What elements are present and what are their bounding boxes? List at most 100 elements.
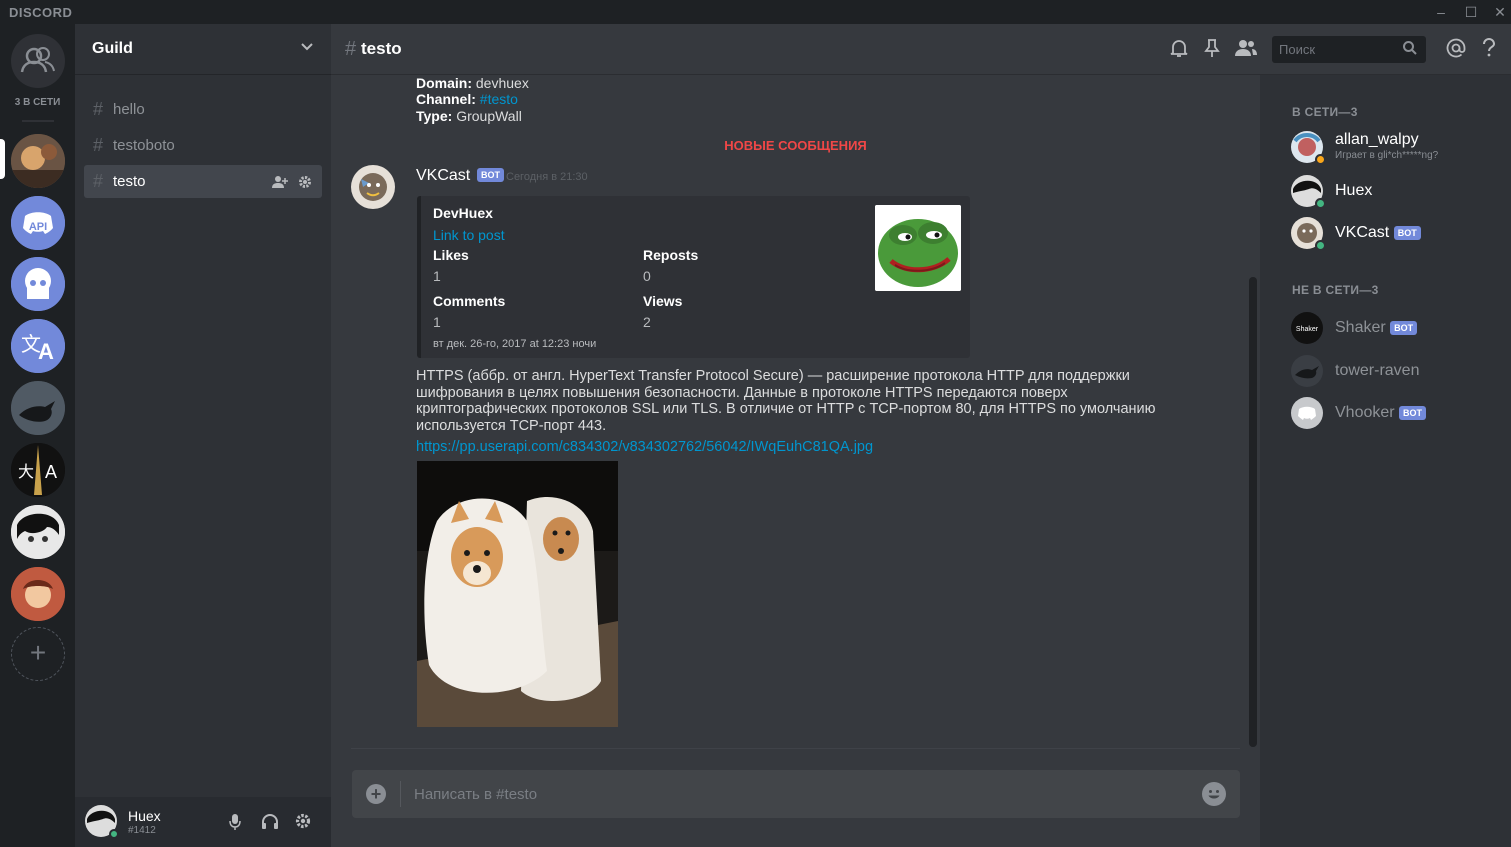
embed-thumbnail[interactable]: [875, 205, 961, 291]
embed-field-value: 0: [643, 268, 651, 284]
channel-actions: [272, 173, 312, 189]
emoji-icon[interactable]: [1202, 782, 1226, 806]
search-icon: [1403, 41, 1417, 55]
prev-embed-type: Type: GroupWall: [416, 108, 522, 124]
bot-badge: BOT: [477, 168, 504, 182]
bell-icon[interactable]: [1169, 38, 1189, 58]
prev-embed-domain: Domain: devhuex: [416, 75, 529, 91]
message-author[interactable]: VKCast: [416, 167, 470, 185]
username: Huex: [128, 808, 161, 824]
channel-title: testo: [361, 39, 402, 58]
member-item-huex[interactable]: Huex: [1291, 171, 1501, 211]
title-bar: DISCORD – ☐ ✕: [0, 0, 1511, 24]
raven-avatar-icon: [1291, 355, 1323, 387]
offline-members-header: НЕ В СЕТИ—3: [1292, 283, 1379, 297]
embed-footer: вт дек. 26-го, 2017 at 12:23 ночи: [433, 338, 597, 350]
guild-icon-api[interactable]: API: [11, 196, 65, 250]
hash-icon: #: [345, 38, 357, 60]
selected-guild-indicator: [0, 139, 5, 179]
avatar[interactable]: [351, 165, 395, 209]
member-item-vkcast[interactable]: VKCast BOT: [1291, 213, 1501, 253]
member-item-shaker[interactable]: Shaker Shaker BOT: [1291, 308, 1501, 348]
embed-field-value: 1: [433, 268, 441, 284]
ghost-dogs-photo: [417, 461, 618, 727]
hash-icon: #: [93, 135, 104, 155]
help-icon[interactable]: [1482, 38, 1496, 58]
member-name: Shaker BOT: [1335, 319, 1418, 337]
raven-guild-icon: [11, 381, 65, 435]
headphones-icon[interactable]: [261, 813, 279, 831]
member-name: Vhooker BOT: [1335, 404, 1427, 422]
embed-field-value: 1: [433, 314, 441, 330]
composer-divider: [351, 748, 1240, 749]
settings-gear-icon[interactable]: [295, 813, 311, 829]
members-icon[interactable]: [1234, 38, 1258, 58]
friends-home-button[interactable]: [11, 34, 65, 88]
chat-area: # testo Поиск Domain: devhuex Channel: #…: [331, 24, 1511, 847]
message-text: HTTPS (аббр. от англ. HyperText Transfer…: [416, 368, 1156, 434]
search-box[interactable]: Поиск: [1272, 36, 1426, 63]
pin-icon[interactable]: [1204, 38, 1220, 58]
user-panel: Huex #1412: [75, 797, 331, 847]
gear-icon[interactable]: [298, 175, 312, 189]
translate-icon: 文A: [11, 319, 65, 373]
svg-text:Shaker: Shaker: [1296, 326, 1319, 333]
scrollbar-thumb[interactable]: [1249, 277, 1257, 747]
guild-icon-anime[interactable]: [11, 505, 65, 559]
guild-name: Guild: [92, 40, 133, 57]
channel-item-testoboto[interactable]: # testoboto: [84, 129, 322, 162]
guild-icon-translate[interactable]: 文A: [11, 319, 65, 373]
minimize-button[interactable]: –: [1430, 2, 1452, 22]
embed-field-value: 2: [643, 314, 651, 330]
channel-item-hello[interactable]: # hello: [84, 93, 322, 126]
channel-item-testo[interactable]: # testo: [84, 165, 322, 198]
avatar: Shaker: [1291, 312, 1323, 344]
embed-title: DevHuex: [433, 205, 493, 221]
message-input[interactable]: [414, 782, 1174, 806]
channel-name: testoboto: [113, 137, 175, 154]
upload-plus-icon[interactable]: +: [366, 784, 386, 804]
pepe-frog-image: [875, 205, 961, 291]
robot-guild-icon: [11, 257, 65, 311]
bot-badge: BOT: [1399, 405, 1427, 420]
guild-icon-guild[interactable]: [11, 134, 65, 188]
vkcast-avatar-icon: [351, 165, 395, 209]
message-image-attachment[interactable]: [417, 461, 618, 727]
channel-mention-link[interactable]: #testo: [480, 91, 518, 107]
discord-app: DISCORD – ☐ ✕ 3 В СЕТИ API 文A 大 A + Guil…: [0, 0, 1511, 847]
message-url-link[interactable]: https://pp.userapi.com/c834302/v83430276…: [416, 439, 873, 455]
invite-icon[interactable]: [272, 175, 289, 189]
guild-icon-translator[interactable]: 大A: [11, 443, 65, 497]
status-idle-icon: [1315, 154, 1326, 165]
microphone-icon[interactable]: [228, 813, 242, 831]
chevron-down-icon: [301, 43, 313, 51]
close-button[interactable]: ✕: [1489, 2, 1511, 22]
member-name: Huex: [1335, 182, 1373, 199]
svg-text:API: API: [29, 221, 47, 233]
member-item-tower-raven[interactable]: tower-raven: [1291, 351, 1501, 391]
guild-icon-raven[interactable]: [11, 381, 65, 435]
embed-link[interactable]: Link to post: [433, 227, 505, 243]
embed-field-name: Reposts: [643, 247, 699, 263]
shaker-avatar-icon: Shaker: [1291, 312, 1323, 344]
svg-text:A: A: [45, 462, 57, 482]
channel-name: testo: [113, 173, 146, 190]
discord-logo: DISCORD: [9, 5, 73, 20]
anime-guild-icon: [11, 505, 65, 559]
guild-icon-character[interactable]: [11, 567, 65, 621]
add-guild-button[interactable]: +: [11, 627, 65, 681]
message-list: Domain: devhuex Channel: #testo Type: Gr…: [331, 75, 1260, 755]
hash-icon: #: [93, 99, 104, 119]
maximize-button[interactable]: ☐: [1460, 2, 1482, 22]
member-activity: Играет в gli*ch*****ng?: [1335, 150, 1439, 161]
guild-header[interactable]: Guild: [75, 24, 331, 75]
character-guild-icon: [11, 567, 65, 621]
svg-text:大: 大: [18, 462, 34, 481]
mention-icon[interactable]: [1446, 38, 1466, 58]
bot-badge: BOT: [1390, 320, 1418, 335]
member-item-allan-walpy[interactable]: allan_walpy Играет в gli*ch*****ng?: [1291, 127, 1501, 167]
chat-header: # testo Поиск: [331, 24, 1511, 75]
embed-field-name: Comments: [433, 293, 506, 309]
member-item-vhooker[interactable]: Vhooker BOT: [1291, 393, 1501, 433]
guild-icon-bot[interactable]: [11, 257, 65, 311]
